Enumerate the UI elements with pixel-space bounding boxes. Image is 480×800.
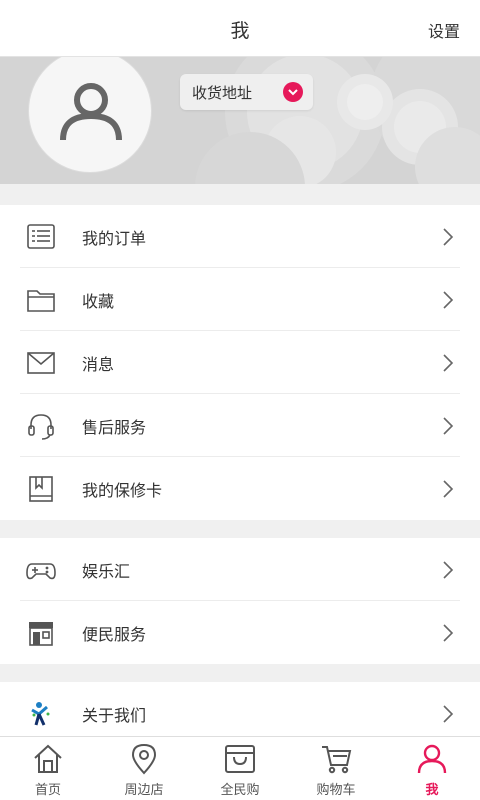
book-icon xyxy=(29,476,53,502)
profile-banner: 收货地址 xyxy=(0,57,480,184)
chevron-right-icon xyxy=(443,417,454,435)
tab-group-buy[interactable]: 全民购 xyxy=(192,737,288,800)
chevron-right-icon xyxy=(443,624,454,642)
menu-group-account: 我的订单 收藏 消息 售后服务 我的保修卡 xyxy=(0,205,480,520)
menu-item-after-sales[interactable]: 售后服务 xyxy=(0,394,480,457)
tab-label: 我 xyxy=(425,783,439,798)
address-button-label: 收货地址 xyxy=(192,84,253,102)
chevron-down-icon xyxy=(283,82,303,102)
tab-label: 首页 xyxy=(34,783,61,798)
menu-item-warranty-card[interactable]: 我的保修卡 xyxy=(0,457,480,520)
settings-button[interactable]: 设置 xyxy=(428,18,460,42)
menu-item-messages[interactable]: 消息 xyxy=(0,331,480,394)
menu-item-label: 便民服务 xyxy=(82,625,147,644)
tab-me[interactable]: 我 xyxy=(384,737,480,800)
mail-icon xyxy=(27,352,55,374)
bottom-tab-bar: 首页 周边店 全民购 购物车 我 xyxy=(0,736,480,800)
tab-label: 全民购 xyxy=(220,783,260,798)
order-list-icon xyxy=(27,224,55,249)
gamepad-icon xyxy=(26,563,56,580)
address-button[interactable]: 收货地址 xyxy=(180,74,313,110)
tab-nearby-stores[interactable]: 周边店 xyxy=(96,737,192,800)
cart-icon xyxy=(322,746,352,774)
user-avatar-icon xyxy=(60,83,122,141)
menu-item-label: 收藏 xyxy=(82,292,115,311)
home-icon xyxy=(34,744,62,773)
menu-item-label: 售后服务 xyxy=(82,418,147,437)
menu-item-entertainment[interactable]: 娱乐汇 xyxy=(0,538,480,601)
tab-label: 购物车 xyxy=(316,783,356,798)
menu-item-convenience-services[interactable]: 便民服务 xyxy=(0,601,480,664)
top-bar: 我 设置 xyxy=(0,0,480,57)
menu-item-favorites[interactable]: 收藏 xyxy=(0,268,480,331)
location-icon xyxy=(131,743,157,775)
about-logo-icon xyxy=(31,702,50,726)
folder-icon xyxy=(27,290,55,312)
menu-item-orders[interactable]: 我的订单 xyxy=(0,205,480,268)
page-title: 我 xyxy=(230,20,250,42)
chevron-right-icon xyxy=(443,480,454,498)
menu-item-label: 我的订单 xyxy=(82,229,147,248)
menu-item-label: 娱乐汇 xyxy=(82,562,131,581)
headset-icon xyxy=(28,414,54,440)
chevron-right-icon xyxy=(443,228,454,246)
menu-item-label: 我的保修卡 xyxy=(82,481,163,500)
tab-cart[interactable]: 购物车 xyxy=(288,737,384,800)
chevron-right-icon xyxy=(443,291,454,309)
tab-label: 周边店 xyxy=(124,783,164,798)
chevron-right-icon xyxy=(443,354,454,372)
user-icon xyxy=(417,744,447,774)
menu-group-services: 娱乐汇 便民服务 xyxy=(0,538,480,664)
shopping-bag-icon xyxy=(225,745,255,773)
tab-home[interactable]: 首页 xyxy=(0,737,96,800)
menu-item-label: 关于我们 xyxy=(82,706,147,725)
chevron-right-icon xyxy=(443,561,454,579)
menu-item-label: 消息 xyxy=(82,355,115,374)
store-icon xyxy=(29,622,53,646)
chevron-right-icon xyxy=(443,705,454,723)
